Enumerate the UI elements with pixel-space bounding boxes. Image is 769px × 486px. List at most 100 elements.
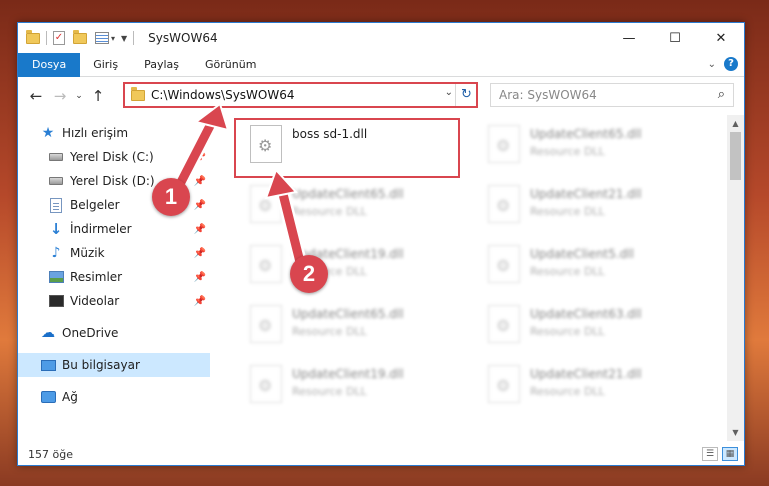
up-arrow-icon[interactable]: ↑ bbox=[86, 87, 110, 105]
recent-locations-icon[interactable]: ⌄ bbox=[72, 91, 86, 101]
file-item[interactable]: UpdateClient65.dll Resource DLL bbox=[242, 299, 472, 357]
quick-access-dropdown-icon[interactable]: ▼ bbox=[121, 34, 127, 43]
sidebar-item-music[interactable]: ♪ Müzik 📌 bbox=[18, 241, 210, 265]
file-type: Resource DLL bbox=[292, 385, 367, 398]
file-type: Resource DLL bbox=[530, 325, 605, 338]
file-type: Resource DLL bbox=[530, 265, 605, 278]
sidebar-item-label: Bu bilgisayar bbox=[62, 358, 140, 372]
file-item[interactable]: UpdateClient21.dll Resource DLL bbox=[480, 359, 710, 417]
file-name: UpdateClient63.dll bbox=[530, 307, 642, 321]
search-box[interactable]: Ara: SysWOW64 ⌕ bbox=[490, 83, 734, 107]
documents-icon bbox=[48, 197, 64, 213]
dll-file-icon bbox=[250, 365, 282, 403]
maximize-button[interactable]: ☐ bbox=[652, 23, 698, 53]
help-icon[interactable]: ? bbox=[724, 57, 738, 71]
tab-view[interactable]: Görünüm bbox=[192, 53, 269, 77]
search-placeholder[interactable]: Ara: SysWOW64 bbox=[499, 88, 597, 102]
sidebar-item-local-disk-c[interactable]: Yerel Disk (C:) 📌 bbox=[18, 145, 210, 169]
address-bar[interactable]: C:\Windows\SysWOW64 ⌄ ↻ bbox=[124, 83, 478, 107]
pin-icon[interactable]: 📌 bbox=[194, 152, 206, 163]
item-count: 157 öğe bbox=[28, 447, 73, 461]
file-name: UpdateClient21.dll bbox=[530, 187, 642, 201]
window-controls: — ☐ ✕ bbox=[606, 23, 744, 53]
dll-file-icon bbox=[488, 185, 520, 223]
file-name: UpdateClient65.dll bbox=[292, 307, 404, 321]
minimize-button[interactable]: — bbox=[606, 23, 652, 53]
sidebar-item-label: Belgeler bbox=[70, 198, 120, 212]
sidebar-item-label: Videolar bbox=[70, 294, 120, 308]
sidebar-item-label: OneDrive bbox=[62, 326, 119, 340]
sidebar-item-label: Müzik bbox=[70, 246, 105, 260]
file-item[interactable]: UpdateClient63.dll Resource DLL bbox=[480, 299, 710, 357]
back-arrow-icon[interactable]: ← bbox=[24, 87, 48, 105]
separator bbox=[133, 31, 135, 45]
sidebar-item-label: Resimler bbox=[70, 270, 123, 284]
disk-icon bbox=[48, 149, 64, 165]
step-badge-1: 1 bbox=[152, 178, 190, 216]
file-type: Resource DLL bbox=[292, 205, 367, 218]
pin-icon[interactable]: 📌 bbox=[194, 176, 206, 187]
sidebar-item-downloads[interactable]: ↓ İndirmeler 📌 bbox=[18, 217, 210, 241]
file-item[interactable]: UpdateClient65.dll Resource DLL bbox=[480, 119, 710, 177]
close-button[interactable]: ✕ bbox=[698, 23, 744, 53]
new-folder-icon[interactable] bbox=[73, 29, 87, 44]
pin-icon[interactable]: 📌 bbox=[194, 224, 206, 235]
file-name: UpdateClient65.dll bbox=[530, 127, 642, 141]
cloud-icon: ☁ bbox=[41, 325, 55, 341]
folder-icon bbox=[26, 29, 40, 44]
step-badge-2: 2 bbox=[290, 255, 328, 293]
address-path[interactable]: C:\Windows\SysWOW64 bbox=[151, 88, 295, 102]
refresh-icon[interactable]: ↻ bbox=[455, 84, 477, 106]
network-icon bbox=[40, 389, 56, 405]
file-name: UpdateClient65.dll bbox=[292, 187, 404, 201]
dll-file-icon bbox=[488, 365, 520, 403]
sidebar-item-videos[interactable]: Videolar 📌 bbox=[18, 289, 210, 313]
view-buttons: ☰ ▦ bbox=[702, 447, 738, 461]
dll-file-icon bbox=[250, 245, 282, 283]
scroll-thumb[interactable] bbox=[730, 132, 741, 180]
sidebar-item-onedrive[interactable]: ☁ OneDrive bbox=[18, 321, 210, 345]
sidebar-item-quick-access[interactable]: ★ Hızlı erişim bbox=[18, 121, 210, 145]
sidebar-item-label: İndirmeler bbox=[70, 222, 132, 236]
file-item[interactable]: UpdateClient19.dll Resource DLL bbox=[242, 239, 472, 297]
pin-icon[interactable]: 📌 bbox=[194, 248, 206, 259]
file-name: boss sd-1.dll bbox=[292, 127, 368, 141]
chevron-down-icon[interactable]: ▾ bbox=[111, 34, 115, 43]
dll-file-icon bbox=[488, 125, 520, 163]
dll-file-icon bbox=[250, 305, 282, 343]
pin-icon[interactable]: 📌 bbox=[194, 296, 206, 307]
videos-icon bbox=[48, 293, 64, 309]
sidebar-item-pictures[interactable]: Resimler 📌 bbox=[18, 265, 210, 289]
customize-icon[interactable] bbox=[95, 32, 109, 44]
file-item-highlighted[interactable]: boss sd-1.dll bbox=[242, 119, 472, 177]
pin-icon[interactable]: 📌 bbox=[194, 272, 206, 283]
forward-arrow-icon[interactable]: → bbox=[48, 87, 72, 105]
ribbon-tabs: Dosya Giriş Paylaş Görünüm ⌄ ? bbox=[18, 52, 744, 77]
status-bar: 157 öğe ☰ ▦ bbox=[18, 443, 744, 465]
file-name: UpdateClient19.dll bbox=[292, 367, 404, 381]
title-bar: ✓ ▾ ▼ SysWOW64 — ☐ ✕ bbox=[18, 23, 744, 53]
file-item[interactable]: UpdateClient19.dll Resource DLL bbox=[242, 359, 472, 417]
file-list: boss sd-1.dll UpdateClient65.dll Resourc… bbox=[212, 115, 728, 441]
file-item[interactable]: UpdateClient21.dll Resource DLL bbox=[480, 179, 710, 237]
properties-check-icon[interactable]: ✓ bbox=[53, 31, 65, 45]
file-item[interactable]: UpdateClient65.dll Resource DLL bbox=[242, 179, 472, 237]
sidebar-item-this-pc[interactable]: Bu bilgisayar bbox=[18, 353, 210, 377]
file-type: Resource DLL bbox=[292, 325, 367, 338]
scroll-up-icon[interactable]: ▲ bbox=[727, 115, 744, 132]
sidebar-item-network[interactable]: Ağ bbox=[18, 385, 210, 409]
navigation-bar: ← → ⌄ ↑ C:\Windows\SysWOW64 ⌄ ↻ Ara: Sys… bbox=[18, 79, 744, 113]
details-view-icon[interactable]: ☰ bbox=[702, 447, 718, 461]
scroll-down-icon[interactable]: ▼ bbox=[727, 424, 744, 441]
file-name: UpdateClient5.dll bbox=[530, 247, 634, 261]
vertical-scrollbar[interactable]: ▲ ▼ bbox=[727, 115, 744, 441]
file-item[interactable]: UpdateClient5.dll Resource DLL bbox=[480, 239, 710, 297]
tab-home[interactable]: Giriş bbox=[80, 53, 131, 77]
address-dropdown-icon[interactable]: ⌄ bbox=[445, 87, 453, 98]
pin-icon[interactable]: 📌 bbox=[194, 200, 206, 211]
tiles-view-icon[interactable]: ▦ bbox=[722, 447, 738, 461]
tab-share[interactable]: Paylaş bbox=[131, 53, 192, 77]
tab-file[interactable]: Dosya bbox=[18, 52, 81, 77]
search-icon[interactable]: ⌕ bbox=[718, 87, 725, 102]
expand-ribbon-icon[interactable]: ⌄ bbox=[708, 59, 716, 70]
